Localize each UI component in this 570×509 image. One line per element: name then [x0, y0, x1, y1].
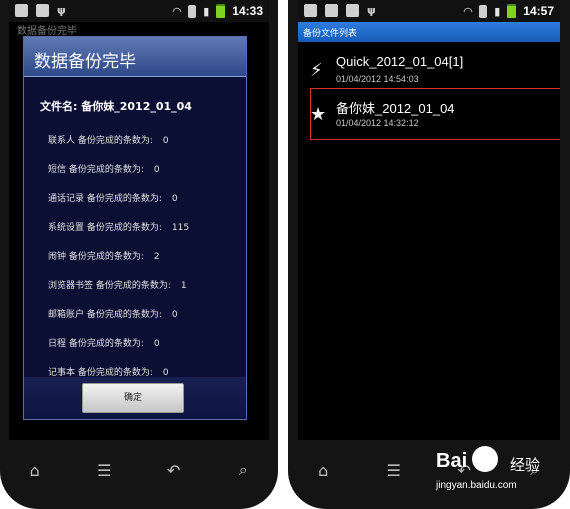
stat-line: 闹钟 备份完成的条数为: 2 — [48, 252, 160, 262]
right-phone: ψ ◠ ▮ 14:57 备份文件列表 ⚡ Quick_2012_01_04[1]… — [288, 0, 570, 509]
signal-icon: ▮ — [494, 4, 501, 18]
back-icon[interactable]: ↶ — [159, 461, 189, 480]
stat-line: 通话记录 备份完成的条数为: 0 — [48, 194, 178, 204]
sim-icon — [479, 4, 488, 18]
sim-icon — [188, 4, 197, 18]
wifi-icon: ◠ — [172, 4, 182, 18]
backup-complete-dialog: 数据备份完毕 文件名: 备你妹_2012_01_04 联系人 备份完成的条数为:… — [23, 36, 247, 420]
dialog-title: 数据备份完毕 — [24, 37, 246, 77]
status-time: 14:57 — [523, 4, 554, 18]
menu-icon[interactable]: ☰ — [379, 461, 409, 480]
signal-icon: ▮ — [203, 4, 210, 18]
dialog-footer: 确定 — [24, 377, 246, 419]
search-icon[interactable]: ⌕ — [228, 460, 258, 480]
ok-button[interactable]: 确定 — [82, 383, 184, 413]
left-softkeys: ⌂ ☰ ↶ ⌕ — [0, 455, 278, 485]
home-icon[interactable]: ⌂ — [308, 461, 338, 480]
wifi-icon: ◠ — [463, 4, 473, 18]
watermark-cn: 经验 — [510, 456, 541, 474]
stat-line: 浏览器书签 备份完成的条数为: 1 — [48, 281, 187, 291]
dialog-body[interactable]: 文件名: 备你妹_2012_01_04 联系人 备份完成的条数为: 0 短信 备份… — [24, 78, 246, 378]
lightning-icon: ⚡ — [310, 60, 323, 81]
watermark-url: jingyan.baidu.com — [436, 480, 517, 491]
left-screen: ψ ◠ ▮ 14:33 数据备份完毕 数据备份完毕 文件名: 备你妹_2012_… — [9, 0, 269, 440]
usb-icon: ψ — [367, 4, 376, 17]
right-screen: ψ ◠ ▮ 14:57 备份文件列表 ⚡ Quick_2012_01_04[1]… — [298, 0, 560, 440]
image-icon — [325, 4, 338, 17]
image-icon — [36, 4, 49, 17]
baidu-watermark: Bai u 经验 jingyan.baidu.com — [436, 446, 566, 500]
notification-icon — [15, 4, 28, 17]
battery-icon — [507, 4, 517, 18]
list-item[interactable]: ⚡ Quick_2012_01_04[1] 01/04/2012 14:54:0… — [298, 48, 560, 92]
selection-highlight — [310, 88, 560, 140]
notification-icon — [304, 4, 317, 17]
stat-line: 邮箱账户 备份完成的条数为: 0 — [48, 310, 178, 320]
menu-icon[interactable]: ☰ — [89, 461, 119, 480]
status-bar: ψ ◠ ▮ 14:57 — [298, 0, 560, 22]
image-icon — [346, 4, 359, 17]
usb-icon: ψ — [57, 4, 66, 17]
paw-icon — [472, 446, 498, 472]
left-phone: ψ ◠ ▮ 14:33 数据备份完毕 数据备份完毕 文件名: 备你妹_2012_… — [0, 0, 278, 509]
stat-line: 短信 备份完成的条数为: 0 — [48, 165, 160, 175]
status-time: 14:33 — [232, 4, 263, 18]
battery-icon — [216, 4, 226, 18]
status-bar: ψ ◠ ▮ 14:33 — [9, 0, 269, 22]
home-icon[interactable]: ⌂ — [20, 461, 50, 480]
stat-line: 日程 备份完成的条数为: 0 — [48, 339, 160, 349]
file-name: 文件名: 备你妹_2012_01_04 — [40, 100, 192, 113]
background-title: 数据备份完毕 — [17, 26, 77, 37]
file-name: Quick_2012_01_04[1] — [336, 54, 464, 69]
stat-line: 联系人 备份完成的条数为: 0 — [48, 136, 169, 146]
stat-line: 系统设置 备份完成的条数为: 115 — [48, 223, 190, 233]
file-time: 01/04/2012 14:54:03 — [336, 74, 419, 84]
list-header: 备份文件列表 — [298, 22, 560, 42]
